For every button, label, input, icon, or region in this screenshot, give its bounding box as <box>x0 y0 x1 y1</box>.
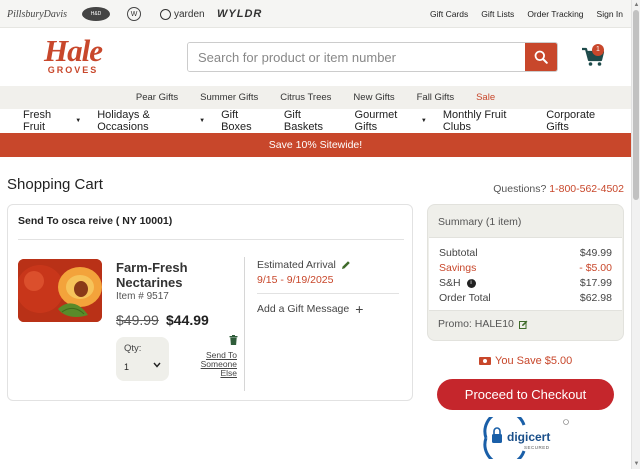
divider <box>18 239 404 240</box>
quantity-selector[interactable]: Qty: 1 <box>116 337 169 381</box>
scroll-down-arrow-icon[interactable]: ▼ <box>633 460 640 468</box>
estimated-arrival: Estimated Arrival <box>257 259 351 271</box>
cash-icon <box>479 357 491 365</box>
lock-icon <box>492 434 502 443</box>
scrollbar-thumb[interactable] <box>633 10 639 200</box>
savings-row: Savings - $5.00 <box>439 262 612 274</box>
caret-down-icon: ▼ <box>420 118 427 124</box>
phone-link[interactable]: 1-800-562-4502 <box>549 183 624 195</box>
nav-fresh-fruit[interactable]: Fresh Fruit ▼ <box>23 109 81 133</box>
caret-down-icon: ▼ <box>199 118 206 124</box>
caret-down-icon: ▼ <box>75 118 82 124</box>
summary-title: Summary (1 item) <box>438 216 522 228</box>
nectarine-image-icon <box>18 259 102 322</box>
you-save-notice: You Save $5.00 <box>479 355 572 367</box>
trash-icon[interactable] <box>229 335 238 345</box>
brand-logo-pillsbury-davis[interactable]: PillsburyDavis <box>7 7 67 21</box>
gift-cards-link[interactable]: Gift Cards <box>430 9 468 19</box>
brand-logo-yarden[interactable]: yarden <box>160 7 205 21</box>
digicert-seal[interactable]: digicert SECURED <box>480 417 570 459</box>
digicert-secured: SECURED <box>524 445 550 450</box>
order-summary: Summary (1 item) Subtotal $49.99 Savings -… <box>427 204 624 341</box>
promo-code-row[interactable]: Promo: HALE10 <box>428 311 623 337</box>
item-number: Item # 9517 <box>116 291 169 302</box>
site-header: Hale GROVES 1 <box>0 28 631 86</box>
info-icon[interactable]: i <box>466 278 476 288</box>
sign-in-link[interactable]: Sign In <box>597 9 623 19</box>
hale-groves-logo[interactable]: Hale GROVES <box>33 35 113 78</box>
recipient-heading: Send To osca reive ( NY 10001) <box>18 215 173 227</box>
nav-corporate-gifts[interactable]: Corporate Gifts <box>546 109 615 133</box>
shipping-handling-row: S&H i $17.99 <box>439 277 612 289</box>
search-icon <box>534 50 548 64</box>
nav-gift-baskets[interactable]: Gift Baskets <box>284 109 339 133</box>
nav-gift-boxes[interactable]: Gift Boxes <box>221 109 268 133</box>
proceed-to-checkout-button[interactable]: Proceed to Checkout <box>437 379 614 410</box>
category-citrus-trees[interactable]: Citrus Trees <box>269 92 342 103</box>
yarden-leaf-icon <box>160 8 171 20</box>
utility-bar: PillsburyDavis H&D W yarden WYLDR Gift C… <box>0 0 631 28</box>
subtotal-row: Subtotal $49.99 <box>439 247 612 259</box>
arrival-date-range: 9/15 - 9/19/2025 <box>257 274 334 286</box>
category-new-gifts[interactable]: New Gifts <box>342 92 405 103</box>
category-pear-gifts[interactable]: Pear Gifts <box>125 92 189 103</box>
search-bar <box>187 42 558 72</box>
plus-icon: + <box>355 301 364 317</box>
product-name[interactable]: Farm-Fresh Nectarines <box>116 260 226 290</box>
original-price: $49.99 <box>116 312 159 328</box>
category-summer-gifts[interactable]: Summer Gifts <box>189 92 269 103</box>
order-tracking-link[interactable]: Order Tracking <box>527 9 583 19</box>
digicert-name: digicert <box>507 430 550 444</box>
category-bar: Pear Gifts Summer Gifts Citrus Trees New… <box>0 86 631 109</box>
page-scrollbar[interactable]: ▲ ▼ <box>631 0 640 469</box>
customer-service-line: Questions? 1-800-562-4502 <box>493 183 624 195</box>
main-navigation: Fresh Fruit ▼ Holidays & Occasions ▼ Gift … <box>0 109 631 133</box>
product-image[interactable] <box>18 259 102 322</box>
nav-monthly-fruit-clubs[interactable]: Monthly Fruit Clubs <box>443 109 530 133</box>
quantity-label: Qty: <box>124 343 142 354</box>
chevron-down-icon <box>153 362 161 368</box>
utility-links: Gift Cards Gift Lists Order Tracking Sig… <box>430 9 623 19</box>
category-sale[interactable]: Sale <box>465 92 506 103</box>
vertical-divider <box>244 257 245 391</box>
promo-banner[interactable]: Save 10% Sitewide! <box>0 133 631 157</box>
category-fall-gifts[interactable]: Fall Gifts <box>406 92 465 103</box>
cart-item-card: Send To osca reive ( NY 10001) Farm-Fres… <box>7 204 413 401</box>
search-button[interactable] <box>525 43 557 71</box>
search-input[interactable] <box>188 43 525 71</box>
page-title: Shopping Cart <box>7 176 103 193</box>
scroll-up-arrow-icon[interactable]: ▲ <box>633 1 640 9</box>
nav-holidays-occasions[interactable]: Holidays & Occasions ▼ <box>97 109 205 133</box>
quantity-value: 1 <box>124 362 130 372</box>
edit-pencil-icon[interactable] <box>341 260 351 270</box>
brand-logo-wyldr[interactable]: WYLDR <box>217 7 262 21</box>
cart-count-badge: 1 <box>592 44 604 56</box>
nav-gourmet-gifts[interactable]: Gourmet Gifts ▼ <box>355 109 427 133</box>
add-gift-message-link[interactable]: Add a Gift Message + <box>257 301 363 317</box>
divider <box>257 293 399 294</box>
edit-icon[interactable] <box>518 320 528 329</box>
gift-lists-link[interactable]: Gift Lists <box>481 9 514 19</box>
sale-price: $44.99 <box>166 312 209 328</box>
order-total-row: Order Total $62.98 <box>439 292 612 304</box>
brand-logo-wolfermans[interactable]: W <box>127 7 141 21</box>
brand-logo-harry-david[interactable]: H&D <box>82 7 110 21</box>
send-to-someone-else-link[interactable]: Send To Someone Else <box>195 351 237 378</box>
